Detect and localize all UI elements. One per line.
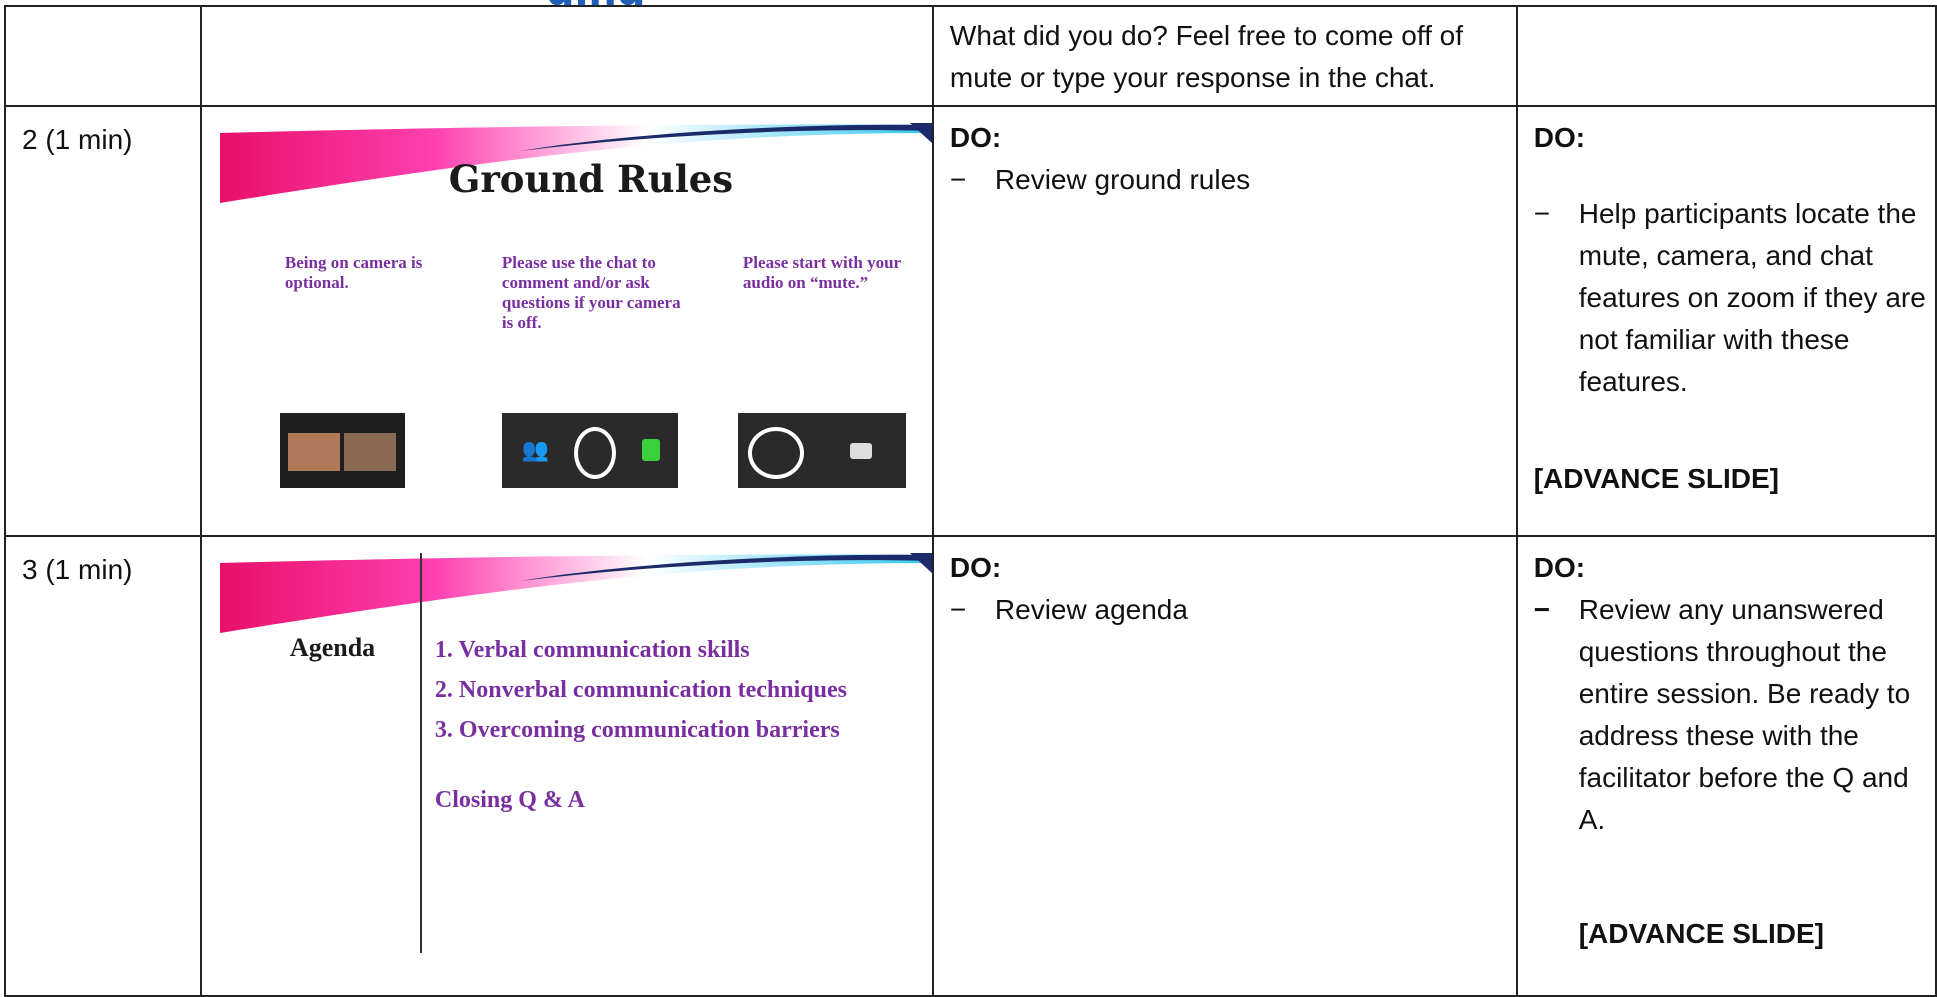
list-item: − Review agenda [934, 589, 1516, 631]
slide-rule-mute: Please start with your audio on “mute.” [742, 253, 901, 292]
slide-rule-camera: Being on camera is optional. [284, 253, 423, 292]
agenda-divider [419, 553, 422, 953]
script-cell: What did you do? Feel free to come off o… [931, 5, 1518, 107]
do-label: DO: [1533, 552, 1586, 583]
notes-cell: DO: − Help participants locate the mute,… [1515, 105, 1937, 537]
time-cell [4, 5, 202, 107]
list-item: − Help participants locate the mute, cam… [1518, 193, 1935, 403]
slide-title: Agenda [289, 633, 376, 662]
script-cell: DO: − Review agenda [931, 535, 1518, 997]
dash-bullet: − [1533, 198, 1551, 229]
list-item: − Review any unanswered questions throug… [1518, 589, 1935, 841]
list-item: − Review ground rules [934, 159, 1516, 201]
slide-cell: Ground Rules Being on camera is optional… [199, 105, 934, 537]
do-label: DO: [1533, 122, 1586, 153]
slide-thumbnail-ground-rules: Ground Rules Being on camera is optional… [219, 123, 932, 533]
slide-cell [199, 5, 934, 107]
agenda-item: 2. Nonverbal communication techniques [434, 677, 847, 703]
notes-cell [1515, 5, 1937, 107]
camera-icon [849, 443, 872, 459]
video-call-screenshot [279, 413, 405, 488]
chat-icon [573, 427, 616, 479]
agenda-item: 3. Overcoming communication barriers [434, 717, 840, 743]
slide-swoosh-graphic [219, 553, 932, 633]
chat-button-screenshot: 👥 [501, 413, 678, 488]
dash-bullet: − [1533, 594, 1551, 625]
time-cell: 2 (1 min) [4, 105, 202, 537]
table-row: What did you do? Feel free to come off o… [4, 5, 1937, 107]
share-screen-icon [641, 439, 660, 461]
participant-thumbnail [287, 433, 340, 471]
notes-cell: DO: − Review any unanswered questions th… [1515, 535, 1937, 997]
participant-thumbnail [343, 433, 396, 471]
agenda-closing: Closing Q & A [434, 787, 585, 813]
slide-rule-chat: Please use the chat to comment and/or as… [501, 253, 681, 332]
microphone-muted-icon [747, 427, 804, 479]
table-row: 2 (1 min) Ground Rules Being on camera i… [4, 105, 1937, 537]
facilitator-guide-table: What did you do? Feel free to come off o… [4, 5, 1937, 997]
script-cell: DO: − Review ground rules [931, 105, 1518, 537]
agenda-item: 1. Verbal communication skills [434, 637, 750, 663]
dash-bullet: − [949, 594, 967, 625]
time-label: 3 (1 min) [22, 554, 133, 585]
participants-icon: 👥 [521, 438, 550, 463]
do-label: DO: [949, 552, 1002, 583]
dash-bullet: − [949, 164, 967, 195]
slide-title: Ground Rules [448, 157, 734, 201]
advance-slide-note: [ADVANCE SLIDE] [1578, 918, 1824, 949]
script-text: What did you do? Feel free to come off o… [949, 20, 1464, 93]
slide-thumbnail-agenda: Agenda 1. Verbal communication skills 2.… [219, 553, 932, 953]
slide-cell: Agenda 1. Verbal communication skills 2.… [199, 535, 934, 997]
table-row: 3 (1 min) Agenda 1. Verbal communication… [4, 535, 1937, 997]
time-cell: 3 (1 min) [4, 535, 202, 997]
advance-slide-note: [ADVANCE SLIDE] [1533, 463, 1779, 494]
do-label: DO: [949, 122, 1002, 153]
time-label: 2 (1 min) [22, 124, 133, 155]
mute-button-screenshot [737, 413, 906, 488]
